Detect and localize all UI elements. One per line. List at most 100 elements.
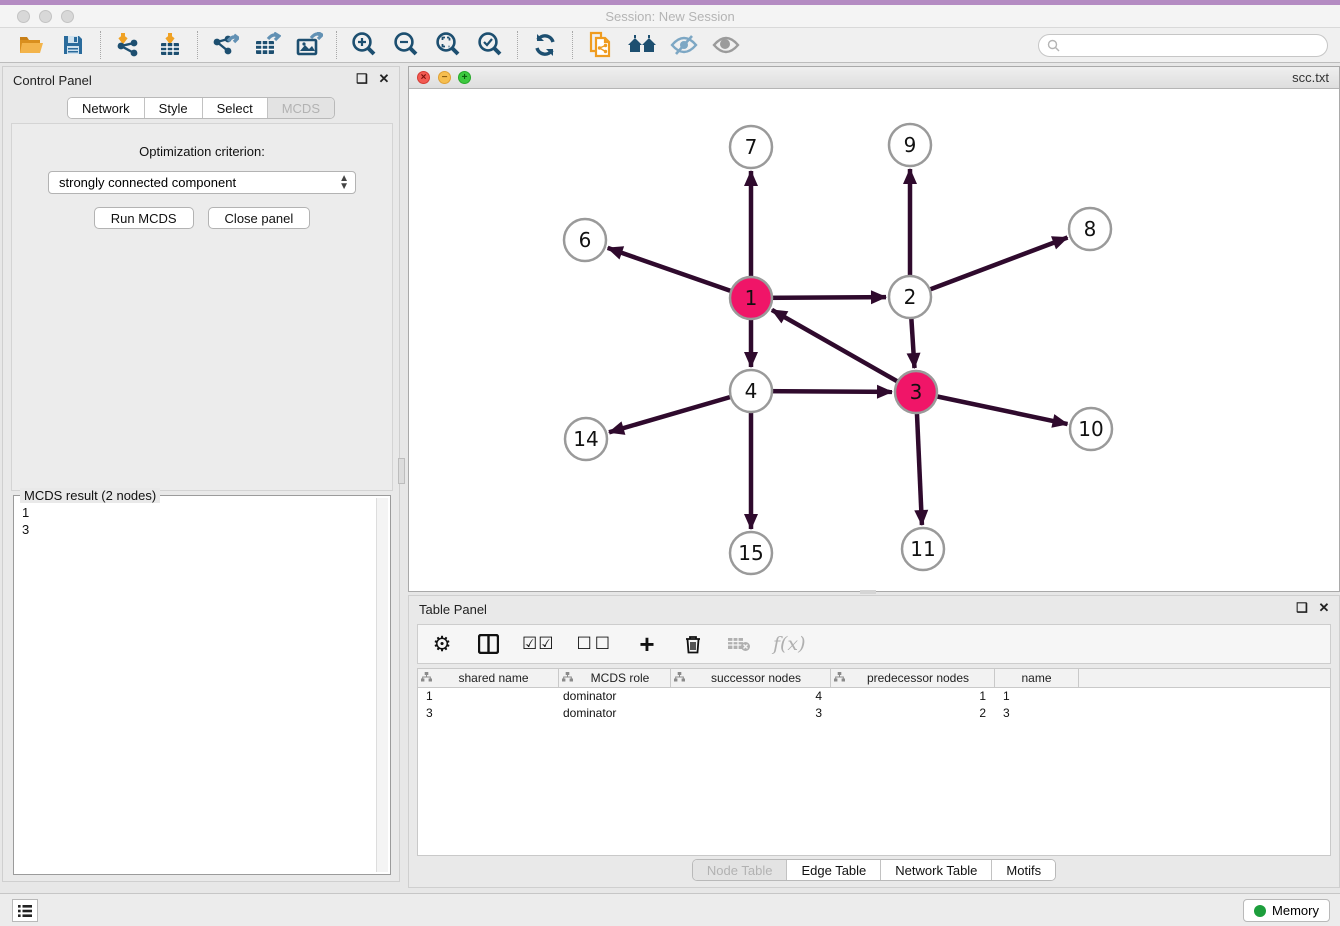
- node-table[interactable]: shared nameMCDS rolesuccessor nodesprede…: [417, 668, 1331, 856]
- node-label-15: 15: [738, 541, 763, 565]
- column-header-successor-nodes[interactable]: successor nodes: [671, 669, 831, 687]
- zoom-fit-icon[interactable]: [431, 30, 465, 60]
- column-header-predecessor-nodes[interactable]: predecessor nodes: [831, 669, 995, 687]
- optimization-criterion-label: Optimization criterion:: [12, 144, 392, 159]
- list-icon: [17, 904, 33, 918]
- import-network-icon[interactable]: [111, 30, 145, 60]
- edge-2-8[interactable]: [910, 237, 1068, 297]
- tab-motifs[interactable]: Motifs: [992, 860, 1055, 880]
- network-window-titlebar[interactable]: × − + scc.txt: [409, 67, 1339, 89]
- table-cell[interactable]: 3: [995, 705, 1079, 722]
- mcds-result-list[interactable]: 1 3: [16, 504, 376, 872]
- node-label-10: 10: [1078, 417, 1103, 441]
- result-scrollbar[interactable]: [376, 498, 388, 872]
- column-header-shared-name[interactable]: shared name: [418, 669, 559, 687]
- refresh-icon[interactable]: [528, 30, 562, 60]
- search-box[interactable]: [1038, 34, 1328, 57]
- node-label-14: 14: [573, 427, 598, 451]
- search-input[interactable]: [1064, 39, 1327, 53]
- zoom-selected-icon[interactable]: [473, 30, 507, 60]
- export-image-icon[interactable]: [292, 30, 326, 60]
- close-panel-button[interactable]: Close panel: [208, 207, 311, 229]
- node-label-2: 2: [904, 285, 917, 309]
- network-canvas[interactable]: 7968124314101511: [409, 89, 1339, 591]
- mcds-result-group: MCDS result (2 nodes) 1 3: [13, 495, 391, 875]
- toolbar-separator: [336, 31, 337, 59]
- node-label-9: 9: [904, 133, 917, 157]
- chevron-up-down-icon: ▲▼: [339, 175, 349, 191]
- main-toolbar: [0, 28, 1340, 63]
- table-toolbar: ⚙ ☑☑ ☐☐ + f(x): [417, 624, 1331, 664]
- toolbar-separator: [572, 31, 573, 59]
- zoom-out-icon[interactable]: [389, 30, 423, 60]
- select-all-checkboxes-icon[interactable]: ☑☑: [522, 631, 554, 657]
- tab-network-table[interactable]: Network Table: [881, 860, 992, 880]
- delete-table-icon: [727, 631, 751, 657]
- node-label-7: 7: [745, 135, 758, 159]
- network-view-window: × − + scc.txt 7968124314101511: [408, 66, 1340, 592]
- float-table-panel-icon[interactable]: ❑: [1295, 600, 1309, 616]
- column-layout-icon[interactable]: [476, 631, 500, 657]
- table-cell[interactable]: 2: [831, 705, 995, 722]
- tab-network[interactable]: Network: [68, 98, 145, 118]
- close-table-panel-icon[interactable]: ✕: [1317, 600, 1331, 616]
- edge-3-1[interactable]: [772, 310, 916, 392]
- table-row[interactable]: 3dominator323: [418, 705, 1330, 722]
- tab-mcds[interactable]: MCDS: [268, 98, 334, 118]
- settings-gear-icon[interactable]: ⚙: [430, 631, 454, 657]
- delete-column-icon[interactable]: [681, 631, 705, 657]
- table-panel-title: Table Panel: [419, 602, 487, 617]
- memory-button-label: Memory: [1272, 903, 1319, 918]
- tab-select[interactable]: Select: [203, 98, 268, 118]
- column-header-MCDS-role[interactable]: MCDS role: [559, 669, 671, 687]
- table-cell[interactable]: 1: [418, 688, 559, 705]
- first-neighbors-icon[interactable]: [625, 30, 659, 60]
- table-header-row: shared nameMCDS rolesuccessor nodesprede…: [418, 669, 1330, 688]
- node-label-11: 11: [910, 537, 935, 561]
- table-cell[interactable]: dominator: [559, 688, 671, 705]
- close-panel-icon[interactable]: ✕: [377, 71, 391, 87]
- toolbar-separator: [197, 31, 198, 59]
- edge-3-10[interactable]: [916, 392, 1068, 424]
- memory-button[interactable]: Memory: [1243, 899, 1330, 922]
- tab-style[interactable]: Style: [145, 98, 203, 118]
- add-column-icon[interactable]: +: [635, 631, 659, 657]
- status-bar: Memory: [0, 893, 1340, 926]
- export-network-icon[interactable]: [208, 30, 242, 60]
- edge-1-6[interactable]: [608, 248, 751, 298]
- float-panel-icon[interactable]: ❑: [355, 71, 369, 87]
- horizontal-splitter-handle[interactable]: [860, 590, 876, 594]
- clone-network-icon[interactable]: [583, 30, 617, 60]
- table-cell[interactable]: dominator: [559, 705, 671, 722]
- table-cell[interactable]: 3: [418, 705, 559, 722]
- run-mcds-button[interactable]: Run MCDS: [94, 207, 194, 229]
- control-panel: Control Panel ❑ ✕ NetworkStyleSelectMCDS…: [2, 66, 400, 882]
- vertical-splitter-handle[interactable]: [398, 458, 405, 484]
- table-cell[interactable]: 1: [831, 688, 995, 705]
- table-cell[interactable]: 1: [995, 688, 1079, 705]
- search-icon: [1047, 39, 1060, 52]
- mcds-panel: Optimization criterion: strongly connect…: [11, 123, 393, 491]
- criterion-dropdown[interactable]: strongly connected component ▲▼: [48, 171, 356, 194]
- zoom-in-icon[interactable]: [347, 30, 381, 60]
- tab-edge-table[interactable]: Edge Table: [787, 860, 881, 880]
- show-all-icon[interactable]: [709, 30, 743, 60]
- criterion-value: strongly connected component: [59, 175, 236, 190]
- graph-svg[interactable]: 7968124314101511: [409, 89, 1339, 591]
- hide-selected-icon[interactable]: [667, 30, 701, 60]
- toolbar-separator: [100, 31, 101, 59]
- column-header-name[interactable]: name: [995, 669, 1079, 687]
- table-cell[interactable]: 4: [671, 688, 831, 705]
- task-history-button[interactable]: [12, 899, 38, 922]
- open-file-icon[interactable]: [14, 30, 48, 60]
- export-table-icon[interactable]: [250, 30, 284, 60]
- import-table-icon[interactable]: [153, 30, 187, 60]
- memory-status-icon: [1254, 905, 1266, 917]
- deselect-all-checkboxes-icon[interactable]: ☐☐: [576, 631, 612, 657]
- save-session-icon[interactable]: [56, 30, 90, 60]
- tab-node-table[interactable]: Node Table: [693, 860, 788, 880]
- window-title: Session: New Session: [0, 9, 1340, 24]
- application-window: Session: New Session: [0, 0, 1340, 926]
- table-row[interactable]: 1dominator411: [418, 688, 1330, 705]
- table-cell[interactable]: 3: [671, 705, 831, 722]
